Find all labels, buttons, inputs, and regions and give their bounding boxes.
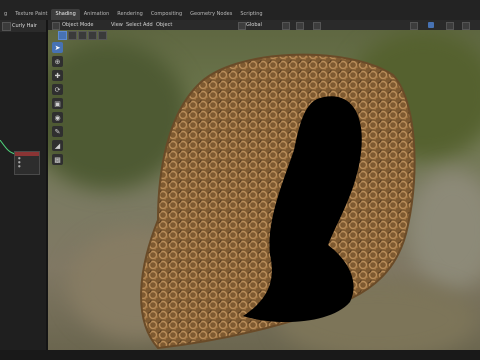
tab-geometry-nodes[interactable]: Geometry Nodes — [186, 9, 236, 20]
status-bar — [0, 350, 480, 360]
orientation-icon[interactable] — [238, 22, 246, 30]
select-subtract-icon[interactable] — [78, 31, 87, 40]
editor-type-icon[interactable] — [52, 22, 60, 30]
transform-icon[interactable]: ◉ — [52, 112, 63, 123]
left-panel: Curly Hair ● ● ● — [0, 20, 48, 360]
object-name-label[interactable]: Curly Hair — [12, 20, 37, 32]
select-box-icon[interactable]: ➤ — [52, 42, 63, 53]
top-bar: g Texture Paint Shading Animation Render… — [0, 0, 480, 20]
add-cube-icon[interactable]: ▩ — [52, 154, 63, 165]
scale-icon[interactable]: ▣ — [52, 98, 63, 109]
transform-orientation-dropdown[interactable]: Global — [246, 20, 262, 30]
tab-rendering[interactable]: Rendering — [113, 9, 147, 20]
menu-object[interactable]: Object — [156, 20, 172, 30]
gizmo-toggle-icon[interactable] — [428, 22, 434, 28]
annotate-icon[interactable]: ✎ — [52, 126, 63, 137]
tab-compositing[interactable]: Compositing — [147, 9, 186, 20]
menu-add[interactable]: Add — [143, 20, 153, 30]
pivot-icon[interactable] — [282, 22, 290, 30]
tab-scripting[interactable]: Scripting — [236, 9, 266, 20]
proportional-edit-icon[interactable] — [313, 22, 321, 30]
menu-view[interactable]: View — [111, 20, 123, 30]
rotate-icon[interactable]: ⟳ — [52, 84, 63, 95]
tab-texture-paint[interactable]: Texture Paint — [11, 9, 51, 20]
cursor-icon[interactable]: ⊕ — [52, 56, 63, 67]
select-extend-icon[interactable] — [68, 31, 77, 40]
move-icon[interactable]: ✚ — [52, 70, 63, 81]
snap-icon[interactable] — [296, 22, 304, 30]
shading-mode-icon[interactable] — [462, 22, 470, 30]
visibility-icon[interactable] — [410, 22, 418, 30]
select-intersect-icon[interactable] — [98, 31, 107, 40]
tab-workspace-0[interactable]: g — [0, 9, 11, 20]
measure-icon[interactable]: ◢ — [52, 140, 63, 151]
selection-mode-buttons — [58, 30, 107, 40]
shader-node[interactable]: ● ● ● — [14, 151, 40, 175]
tab-shading[interactable]: Shading — [51, 9, 80, 20]
curly-hair-model[interactable] — [48, 20, 480, 350]
workspace-tabs: g Texture Paint Shading Animation Render… — [0, 9, 267, 20]
select-invert-icon[interactable] — [88, 31, 97, 40]
3d-viewport[interactable]: Object Mode View Select Add Object Globa… — [48, 20, 480, 350]
menu-select[interactable]: Select — [126, 20, 141, 30]
object-mode-dropdown[interactable]: Object Mode — [62, 20, 94, 30]
tab-animation[interactable]: Animation — [80, 9, 114, 20]
viewport-header: Object Mode View Select Add Object Globa… — [48, 20, 480, 30]
select-new-icon[interactable] — [58, 31, 67, 40]
left-panel-header: Curly Hair — [0, 20, 46, 32]
node-socket-row: ● — [18, 164, 21, 168]
overlay-icon[interactable] — [446, 22, 454, 30]
tool-shelf: ➤ ⊕ ✚ ⟳ ▣ ◉ ✎ ◢ ▩ — [52, 42, 63, 168]
object-icon[interactable] — [2, 22, 11, 31]
